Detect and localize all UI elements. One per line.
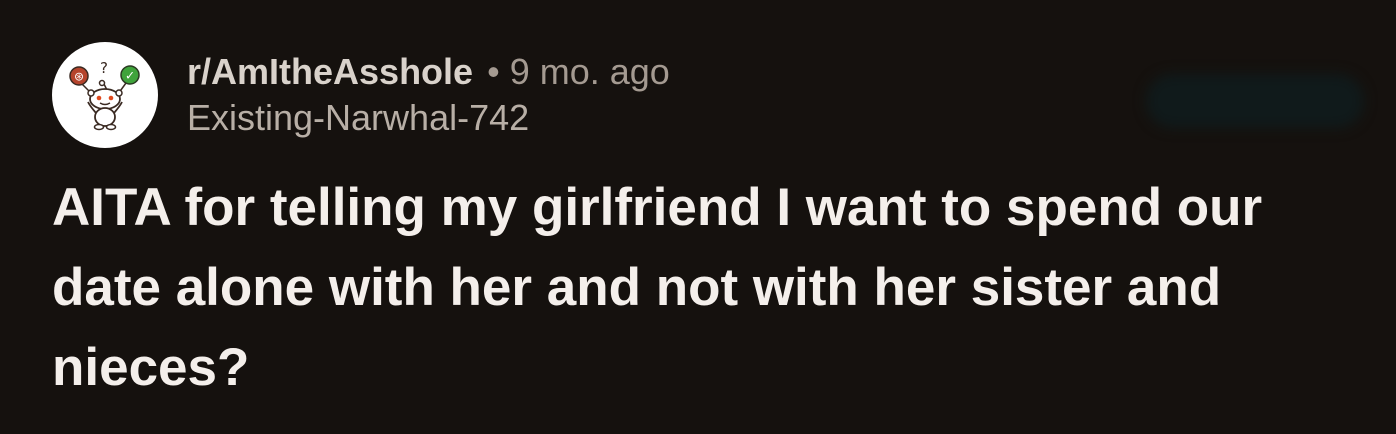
post-header: ⊛ ? ✓ r/AmItheAsshole • 9 mo. ago Existi… xyxy=(52,42,670,148)
svg-text:⊛: ⊛ xyxy=(74,70,84,84)
snoo-icon: ⊛ ? ✓ xyxy=(69,59,140,131)
svg-text:?: ? xyxy=(100,59,108,77)
separator-dot: • xyxy=(487,51,500,92)
meta-row: r/AmItheAsshole • 9 mo. ago xyxy=(187,50,670,94)
subreddit-link[interactable]: r/AmItheAsshole xyxy=(187,50,473,94)
author-link[interactable]: Existing-Narwhal-742 xyxy=(187,96,670,140)
subreddit-avatar[interactable]: ⊛ ? ✓ xyxy=(52,42,158,148)
svg-text:✓: ✓ xyxy=(125,69,135,83)
post-title[interactable]: AITA for telling my girlfriend I want to… xyxy=(52,168,1372,408)
post-meta: r/AmItheAsshole • 9 mo. ago Existing-Nar… xyxy=(187,50,670,140)
blurred-region xyxy=(1146,74,1364,128)
post-timestamp: 9 mo. ago xyxy=(509,51,670,92)
